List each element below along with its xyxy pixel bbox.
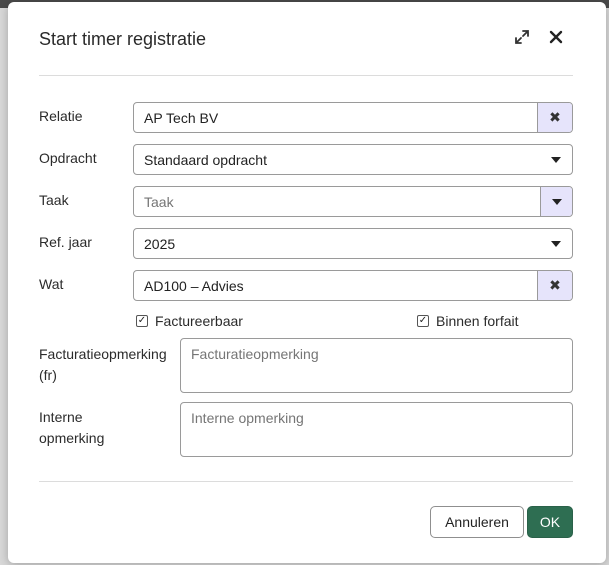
taak-select[interactable]: Taak — [133, 186, 573, 217]
binnen-forfait-checkbox[interactable]: ✓ Binnen forfait — [417, 313, 519, 329]
interne-opmerking-label-line2: opmerking — [39, 430, 105, 446]
close-icon-graphic — [549, 30, 563, 44]
wat-label: Wat — [39, 276, 64, 292]
opdracht-select[interactable]: Standaard opdracht — [133, 144, 573, 175]
factureerbaar-checkbox[interactable]: ✓ Factureerbaar — [136, 313, 243, 329]
chevron-down-icon[interactable] — [540, 229, 572, 258]
relatie-select[interactable]: AP Tech BV ✖ — [133, 102, 573, 133]
expand-icon[interactable] — [511, 26, 533, 48]
checkbox-checked-icon[interactable]: ✓ — [136, 315, 148, 327]
facturatieopmerking-label-line2: (fr) — [39, 367, 57, 383]
relatie-label: Relatie — [39, 108, 83, 124]
interne-opmerking-label-line1: Interne — [39, 409, 83, 425]
dialog-title: Start timer registratie — [39, 29, 207, 49]
clear-wat-icon[interactable]: ✖ — [537, 271, 572, 300]
facturatieopmerking-label: Facturatieopmerking (fr) — [39, 344, 167, 386]
ok-button[interactable]: OK — [527, 506, 573, 538]
relatie-value: AP Tech BV — [144, 109, 219, 126]
facturatieopmerking-label-line1: Facturatieopmerking — [39, 346, 167, 362]
chevron-down-icon[interactable] — [540, 145, 572, 174]
ref-jaar-value: 2025 — [144, 235, 176, 252]
opdracht-label: Opdracht — [39, 150, 97, 166]
opdracht-value: Standaard opdracht — [144, 151, 267, 168]
expand-icon-graphic — [515, 30, 529, 44]
factureerbaar-label: Factureerbaar — [155, 313, 243, 329]
taak-placeholder: Taak — [144, 193, 174, 210]
interne-opmerking-label: Interne opmerking — [39, 407, 104, 449]
footer-divider — [39, 481, 573, 482]
facturatieopmerking-textarea[interactable] — [180, 338, 573, 393]
ref-jaar-select[interactable]: 2025 — [133, 228, 573, 259]
interne-opmerking-textarea[interactable] — [180, 402, 573, 457]
wat-value: AD100 – Advies — [144, 277, 244, 294]
taak-label: Taak — [39, 192, 69, 208]
binnen-forfait-label: Binnen forfait — [436, 313, 519, 329]
clear-relatie-icon[interactable]: ✖ — [537, 103, 572, 132]
wat-select[interactable]: AD100 – Advies ✖ — [133, 270, 573, 301]
start-timer-dialog: Start timer registratie Relatie AP Tech … — [8, 2, 606, 563]
ref-jaar-label: Ref. jaar — [39, 234, 92, 250]
chevron-down-icon[interactable] — [540, 187, 572, 216]
cancel-button[interactable]: Annuleren — [430, 506, 524, 538]
header-divider — [39, 75, 573, 76]
close-icon[interactable] — [545, 26, 567, 48]
checkbox-checked-icon[interactable]: ✓ — [417, 315, 429, 327]
